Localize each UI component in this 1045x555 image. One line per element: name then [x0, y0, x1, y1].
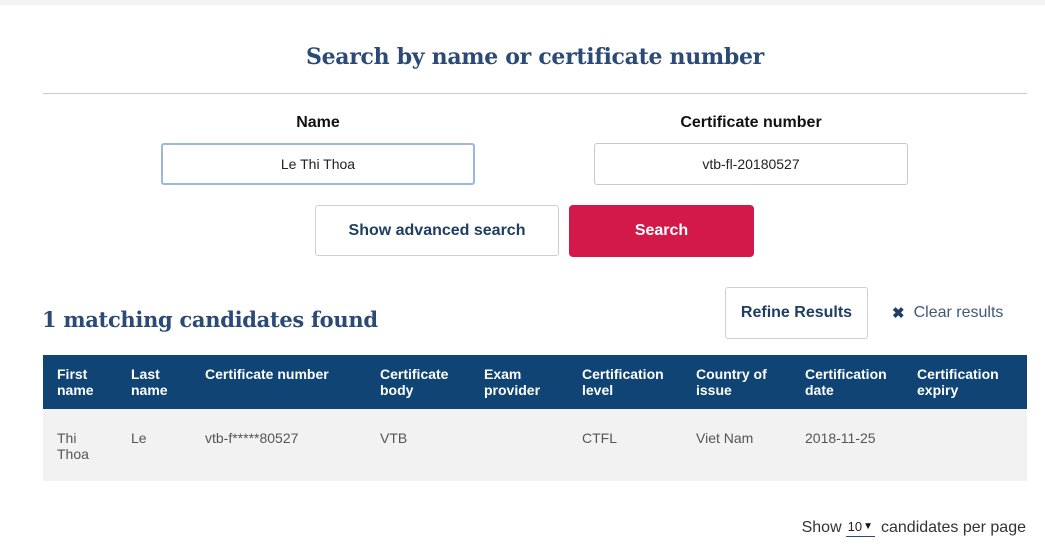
pagination-control: Show 10 ▼ candidates per page — [802, 519, 1026, 537]
table-header: First name Last name Certificate number … — [43, 355, 1027, 409]
certificate-number-input[interactable]: vtb-fl-20180527 — [594, 143, 908, 185]
per-page-suffix: candidates per page — [881, 519, 1026, 536]
clear-results-link[interactable]: ✖ Clear results — [892, 302, 1003, 324]
column-header-last-name[interactable]: Last name — [131, 366, 197, 398]
results-table: First name Last name Certificate number … — [43, 355, 1027, 481]
search-button[interactable]: Search — [569, 205, 754, 257]
column-header-first-name[interactable]: First name — [57, 366, 119, 398]
table-row: Thi Thoa Le vtb-f*****80527 VTB CTFL Vie… — [43, 409, 1027, 481]
cell-certification-level: CTFL — [582, 430, 617, 446]
top-strip — [0, 0, 1045, 5]
clear-results-label: Clear results — [913, 304, 1004, 321]
close-icon: ✖ — [892, 305, 905, 322]
caret-down-icon: ▼ — [863, 521, 873, 532]
per-page-value: 10 — [847, 519, 863, 534]
certificate-number-label: Certificate number — [680, 114, 822, 131]
cell-country-of-issue: Viet Nam — [696, 430, 754, 446]
divider — [43, 93, 1027, 94]
column-header-exam-provider[interactable]: Exam provider — [484, 366, 576, 398]
cell-certification-date: 2018-11-25 — [805, 430, 876, 446]
cell-certificate-number: vtb-f*****80527 — [205, 430, 299, 446]
column-header-certification-level[interactable]: Certification level — [582, 366, 688, 398]
column-header-certificate-body[interactable]: Certificate body — [380, 366, 478, 398]
page-title: Search by name or certificate number — [306, 44, 764, 70]
name-label: Name — [296, 114, 340, 131]
show-advanced-search-button[interactable]: Show advanced search — [315, 205, 559, 256]
cell-last-name: Le — [131, 430, 147, 446]
per-page-select[interactable]: 10 ▼ — [845, 519, 875, 537]
column-header-certification-expiry[interactable]: Certification expiry — [917, 366, 1023, 398]
cell-certificate-body: VTB — [380, 430, 408, 446]
column-header-country-of-issue[interactable]: Country of issue — [696, 366, 800, 398]
column-header-certification-date[interactable]: Certification date — [805, 366, 909, 398]
name-input[interactable]: Le Thi Thoa — [161, 143, 475, 185]
refine-results-button[interactable]: Refine Results — [725, 287, 868, 339]
column-header-certificate-number[interactable]: Certificate number — [205, 366, 375, 382]
results-count-title: 1 matching candidates found — [42, 307, 378, 332]
cell-first-name: Thi Thoa — [57, 430, 89, 462]
show-label: Show — [801, 519, 842, 536]
